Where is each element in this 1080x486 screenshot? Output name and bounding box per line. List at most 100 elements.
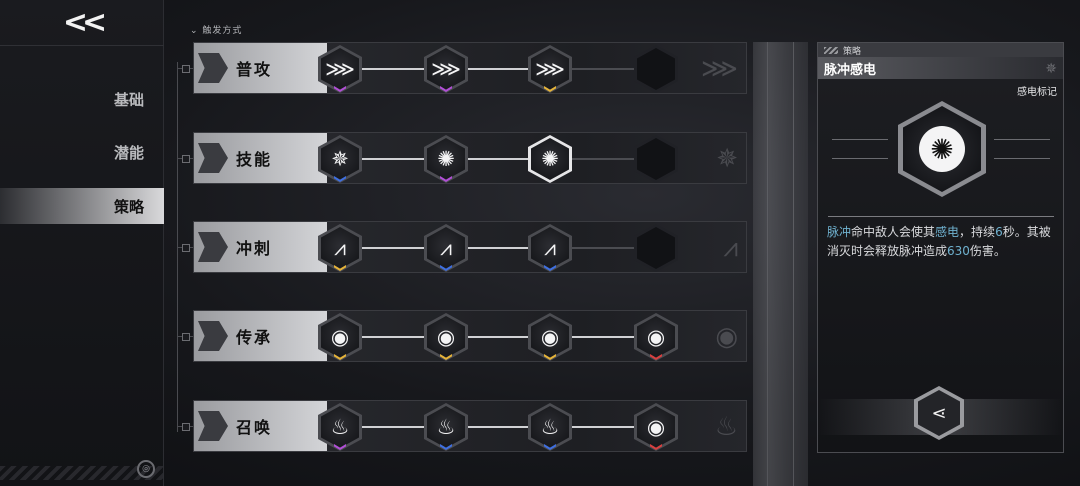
tree-branch — [177, 423, 193, 431]
strategy-node[interactable]: ⩘ — [424, 224, 468, 272]
panel-description: 脉冲命中敌人会使其感电，持续6秒。其被消灭时会释放脉冲造成630伤害。 — [827, 223, 1055, 261]
share-button[interactable]: ⋖ — [914, 386, 964, 440]
claw-icon: ⩘ — [334, 235, 346, 260]
desc-text: 伤害。 — [969, 244, 1006, 258]
row-label-box: 普攻 — [194, 43, 327, 93]
node-connector — [572, 426, 634, 428]
strategy-node[interactable]: ◉ — [634, 313, 678, 361]
pulse-shock-icon: ✺ — [541, 146, 559, 171]
strategy-node[interactable]: ⩘ — [318, 224, 362, 272]
node-connector — [572, 158, 634, 160]
node-connector — [468, 158, 528, 160]
node-connector — [362, 426, 424, 428]
strategy-node[interactable]: ◉ — [424, 313, 468, 361]
sidebar-item-potential[interactable]: 潜能 — [0, 134, 164, 170]
strategy-node[interactable]: ⋙ — [528, 45, 572, 93]
node-connector — [572, 68, 634, 70]
sidebar: << 基础 潜能 策略 ◎ — [0, 0, 164, 486]
tree-branch — [177, 333, 193, 341]
radial-burst-icon: ✺ — [437, 146, 455, 171]
chevron-right-icon — [198, 143, 228, 173]
trigger-header-label: 触发方式 — [202, 26, 243, 36]
strategy-row: 冲刺 ⩘ ⩘ ⩘ ⩘ — [193, 221, 747, 273]
strategy-node[interactable]: ♨ — [528, 403, 572, 451]
panel-section-header: 策略 — [818, 43, 1063, 57]
row-label-box: 技能 — [194, 133, 327, 183]
circuit-decoration — [994, 139, 1050, 159]
pulse-shock-icon: ✺ — [898, 101, 986, 197]
chevron-right-icon — [198, 232, 228, 262]
node-connector — [362, 336, 424, 338]
strategy-node[interactable]: ◉ — [634, 403, 678, 451]
panel-section-label: 策略 — [843, 46, 862, 57]
flame-x-icon: ♨ — [540, 414, 560, 439]
back-button[interactable]: << — [0, 0, 164, 46]
strategy-node[interactable]: ♨ — [424, 403, 468, 451]
node-connector — [468, 247, 528, 249]
desc-highlight: 630 — [947, 244, 970, 258]
tree-branch — [177, 65, 193, 73]
sidebar-item-strategy[interactable]: 策略 — [0, 188, 164, 224]
sidebar-item-label: 策略 — [113, 197, 144, 216]
strategy-row: 技能 ✵ ✺ ✺ ✵ — [193, 132, 747, 184]
dagger-swarm-icon: ⋙ — [325, 56, 355, 81]
back-arrows-icon: << — [62, 5, 107, 40]
empty-node-slot[interactable] — [634, 45, 678, 93]
node-connector — [362, 68, 424, 70]
tree-branch — [177, 155, 193, 163]
claw-x-icon: ⩘ — [544, 235, 556, 260]
row-label: 技能 — [236, 150, 273, 169]
node-connector — [362, 247, 424, 249]
desc-highlight: 感电 — [935, 225, 960, 239]
vortex-icon: ◉ — [646, 324, 666, 349]
star-burst-icon: ✵ — [1045, 61, 1057, 77]
node-connector — [468, 336, 528, 338]
strategy-node[interactable]: ⋙ — [318, 45, 362, 93]
detail-panel: 策略 脉冲 感电 ✵ 感电标记 ✺ 脉冲命中敌人会使其感电，持续6秒。其被消灭时会… — [817, 42, 1064, 453]
vortex-icon: ◉ — [436, 324, 456, 349]
row-label-box: 召唤 — [194, 401, 327, 451]
strategy-node[interactable]: ◉ — [318, 313, 362, 361]
chevron-right-icon — [198, 321, 228, 351]
vortex-icon: ◉ — [330, 324, 350, 349]
circuit-decoration — [832, 139, 888, 159]
empty-node-slot[interactable] — [634, 224, 678, 272]
strategy-node[interactable]: ⋙ — [424, 45, 468, 93]
node-connector — [468, 426, 528, 428]
flame-icon: ♨ — [714, 412, 738, 442]
desc-highlight: 6 — [995, 225, 1003, 239]
row-label: 冲刺 — [236, 239, 273, 258]
row-label-box: 冲刺 — [194, 222, 327, 272]
dagger-swarm-up-icon: ⋙ — [431, 56, 461, 81]
desc-text: ，持续 — [959, 225, 996, 239]
node-connector — [572, 247, 634, 249]
strategy-node[interactable]: ♨ — [318, 403, 362, 451]
panel-divider — [753, 42, 808, 486]
node-connector — [468, 68, 528, 70]
flame-icon: ♨ — [330, 414, 350, 439]
strategy-node[interactable]: ✺ — [424, 135, 468, 183]
strategy-node[interactable]: ✵ — [318, 135, 362, 183]
strategy-row: 召唤 ♨ ♨ ♨ ◉ ♨ — [193, 400, 747, 452]
empty-node-slot[interactable] — [634, 135, 678, 183]
badge-icon: ◎ — [137, 460, 155, 478]
dagger-swarm-x-icon: ⋙ — [535, 56, 565, 81]
row-label: 传承 — [236, 328, 273, 347]
trigger-header: ⌄ 触发方式 — [190, 26, 243, 36]
desc-highlight: 脉冲 — [827, 225, 852, 239]
strategy-node[interactable]: ✺ — [528, 135, 572, 183]
star-burst-icon: ✵ — [331, 146, 349, 171]
dagger-swarm-icon: ⋙ — [701, 54, 738, 84]
row-label: 召唤 — [236, 418, 273, 437]
claw-icon: ⩘ — [723, 233, 738, 263]
panel-tag: 感电标记 — [1017, 87, 1057, 98]
row-label-box: 传承 — [194, 311, 327, 361]
row-label: 普攻 — [236, 60, 273, 79]
strategy-node[interactable]: ⩘ — [528, 224, 572, 272]
node-connector — [572, 336, 634, 338]
strategy-row: 普攻 ⋙ ⋙ ⋙ ⋙ — [193, 42, 747, 94]
strategy-node[interactable]: ◉ — [528, 313, 572, 361]
chevron-right-icon — [198, 53, 228, 83]
chevron-right-icon — [198, 411, 228, 441]
sidebar-item-basic[interactable]: 基础 — [0, 81, 164, 117]
